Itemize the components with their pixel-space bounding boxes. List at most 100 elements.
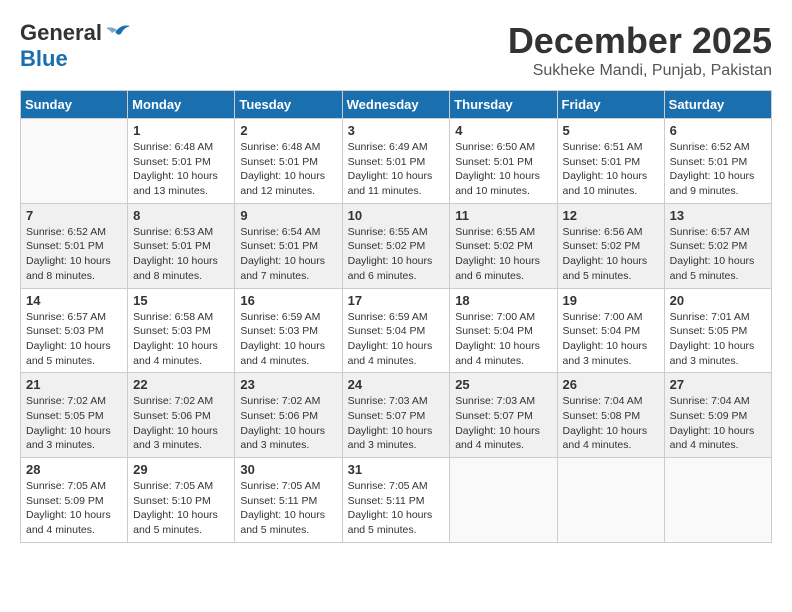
day-info: Sunrise: 7:04 AMSunset: 5:08 PMDaylight:… — [563, 394, 659, 453]
day-number: 5 — [563, 123, 659, 138]
day-number: 31 — [348, 462, 445, 477]
day-info: Sunrise: 6:55 AMSunset: 5:02 PMDaylight:… — [455, 225, 551, 284]
calendar-cell: 2Sunrise: 6:48 AMSunset: 5:01 PMDaylight… — [235, 119, 342, 204]
calendar-week-row: 21 Sunrise: 7:02 AMSunset: 5:05 PMDayligh… — [21, 373, 772, 458]
weekday-header-wednesday: Wednesday — [342, 91, 450, 119]
day-number: 25 — [455, 377, 551, 392]
weekday-header-tuesday: Tuesday — [235, 91, 342, 119]
day-number: 19 — [563, 293, 659, 308]
day-number: 12 — [563, 208, 659, 223]
day-info: Sunrise: 7:00 AMSunset: 5:04 PMDaylight:… — [455, 310, 551, 369]
day-number: 16 — [240, 293, 336, 308]
day-number: 11 — [455, 208, 551, 223]
day-info: Sunrise: 6:57 AMSunset: 5:02 PMDaylight:… — [670, 225, 766, 284]
day-number: 30 — [240, 462, 336, 477]
calendar-cell: 13 Sunrise: 6:57 AMSunset: 5:02 PMDayligh… — [664, 203, 771, 288]
month-title: December 2025 — [508, 20, 772, 62]
calendar-cell: 15 Sunrise: 6:58 AMSunset: 5:03 PMDayligh… — [128, 288, 235, 373]
day-number: 17 — [348, 293, 445, 308]
calendar-cell: 8 Sunrise: 6:53 AMSunset: 5:01 PMDaylight… — [128, 203, 235, 288]
calendar-cell: 30 Sunrise: 7:05 AMSunset: 5:11 PMDayligh… — [235, 458, 342, 543]
calendar-week-row: 7Sunrise: 6:52 AMSunset: 5:01 PMDaylight… — [21, 203, 772, 288]
day-number: 23 — [240, 377, 336, 392]
calendar-cell: 10Sunrise: 6:55 AMSunset: 5:02 PMDayligh… — [342, 203, 450, 288]
day-info: Sunrise: 7:03 AMSunset: 5:07 PMDaylight:… — [455, 394, 551, 453]
day-info: Sunrise: 7:05 AMSunset: 5:09 PMDaylight:… — [26, 479, 122, 538]
weekday-header-monday: Monday — [128, 91, 235, 119]
calendar-cell: 25 Sunrise: 7:03 AMSunset: 5:07 PMDayligh… — [450, 373, 557, 458]
day-number: 13 — [670, 208, 766, 223]
weekday-header-thursday: Thursday — [450, 91, 557, 119]
day-number: 8 — [133, 208, 229, 223]
calendar-cell: 31 Sunrise: 7:05 AMSunset: 5:11 PMDayligh… — [342, 458, 450, 543]
day-info: Sunrise: 6:59 AMSunset: 5:03 PMDaylight:… — [240, 310, 336, 369]
day-number: 21 — [26, 377, 122, 392]
day-info: Sunrise: 7:03 AMSunset: 5:07 PMDaylight:… — [348, 394, 445, 453]
logo-blue: Blue — [20, 46, 68, 72]
calendar-cell: 28 Sunrise: 7:05 AMSunset: 5:09 PMDayligh… — [21, 458, 128, 543]
calendar-cell: 16 Sunrise: 6:59 AMSunset: 5:03 PMDayligh… — [235, 288, 342, 373]
day-number: 29 — [133, 462, 229, 477]
calendar-cell — [664, 458, 771, 543]
calendar-cell: 27Sunrise: 7:04 AMSunset: 5:09 PMDayligh… — [664, 373, 771, 458]
day-info: Sunrise: 7:02 AMSunset: 5:05 PMDaylight:… — [26, 394, 122, 453]
calendar-cell: 22Sunrise: 7:02 AMSunset: 5:06 PMDayligh… — [128, 373, 235, 458]
day-info: Sunrise: 7:05 AMSunset: 5:10 PMDaylight:… — [133, 479, 229, 538]
day-info: Sunrise: 6:54 AMSunset: 5:01 PMDaylight:… — [240, 225, 336, 284]
day-number: 1 — [133, 123, 229, 138]
day-info: Sunrise: 6:52 AMSunset: 5:01 PMDaylight:… — [670, 140, 766, 199]
day-number: 15 — [133, 293, 229, 308]
day-info: Sunrise: 6:50 AMSunset: 5:01 PMDaylight:… — [455, 140, 551, 199]
day-info: Sunrise: 7:01 AMSunset: 5:05 PMDaylight:… — [670, 310, 766, 369]
day-number: 18 — [455, 293, 551, 308]
day-number: 6 — [670, 123, 766, 138]
day-number: 24 — [348, 377, 445, 392]
day-info: Sunrise: 6:53 AMSunset: 5:01 PMDaylight:… — [133, 225, 229, 284]
day-info: Sunrise: 6:48 AMSunset: 5:01 PMDaylight:… — [133, 140, 229, 199]
calendar-cell: 29 Sunrise: 7:05 AMSunset: 5:10 PMDayligh… — [128, 458, 235, 543]
day-number: 3 — [348, 123, 445, 138]
day-number: 14 — [26, 293, 122, 308]
day-number: 26 — [563, 377, 659, 392]
day-number: 9 — [240, 208, 336, 223]
day-number: 10 — [348, 208, 445, 223]
day-number: 2 — [240, 123, 336, 138]
day-info: Sunrise: 7:05 AMSunset: 5:11 PMDaylight:… — [240, 479, 336, 538]
location-subtitle: Sukheke Mandi, Punjab, Pakistan — [508, 62, 772, 80]
calendar-cell: 5 Sunrise: 6:51 AMSunset: 5:01 PMDaylight… — [557, 119, 664, 204]
calendar-cell: 1 Sunrise: 6:48 AMSunset: 5:01 PMDaylight… — [128, 119, 235, 204]
calendar-header: SundayMondayTuesdayWednesdayThursdayFrid… — [21, 91, 772, 119]
day-info: Sunrise: 6:49 AMSunset: 5:01 PMDaylight:… — [348, 140, 445, 199]
day-info: Sunrise: 7:00 AMSunset: 5:04 PMDaylight:… — [563, 310, 659, 369]
calendar-cell: 6 Sunrise: 6:52 AMSunset: 5:01 PMDaylight… — [664, 119, 771, 204]
title-section: December 2025 Sukheke Mandi, Punjab, Pak… — [508, 20, 772, 80]
day-info: Sunrise: 7:02 AMSunset: 5:06 PMDaylight:… — [133, 394, 229, 453]
day-info: Sunrise: 6:59 AMSunset: 5:04 PMDaylight:… — [348, 310, 445, 369]
calendar-cell: 14 Sunrise: 6:57 AMSunset: 5:03 PMDayligh… — [21, 288, 128, 373]
calendar-week-row: 28 Sunrise: 7:05 AMSunset: 5:09 PMDayligh… — [21, 458, 772, 543]
day-info: Sunrise: 6:51 AMSunset: 5:01 PMDaylight:… — [563, 140, 659, 199]
day-info: Sunrise: 6:58 AMSunset: 5:03 PMDaylight:… — [133, 310, 229, 369]
day-info: Sunrise: 7:04 AMSunset: 5:09 PMDaylight:… — [670, 394, 766, 453]
calendar-week-row: 1 Sunrise: 6:48 AMSunset: 5:01 PMDaylight… — [21, 119, 772, 204]
weekday-header-friday: Friday — [557, 91, 664, 119]
calendar-cell: 23 Sunrise: 7:02 AMSunset: 5:06 PMDayligh… — [235, 373, 342, 458]
calendar-cell: 9 Sunrise: 6:54 AMSunset: 5:01 PMDaylight… — [235, 203, 342, 288]
calendar-cell: 17 Sunrise: 6:59 AMSunset: 5:04 PMDayligh… — [342, 288, 450, 373]
logo-general: General — [20, 20, 102, 46]
calendar-cell: 21 Sunrise: 7:02 AMSunset: 5:05 PMDayligh… — [21, 373, 128, 458]
calendar-cell: 20 Sunrise: 7:01 AMSunset: 5:05 PMDayligh… — [664, 288, 771, 373]
day-number: 28 — [26, 462, 122, 477]
calendar-cell: 11 Sunrise: 6:55 AMSunset: 5:02 PMDayligh… — [450, 203, 557, 288]
calendar-cell: 12Sunrise: 6:56 AMSunset: 5:02 PMDayligh… — [557, 203, 664, 288]
day-number: 20 — [670, 293, 766, 308]
day-info: Sunrise: 6:57 AMSunset: 5:03 PMDaylight:… — [26, 310, 122, 369]
weekday-header-sunday: Sunday — [21, 91, 128, 119]
day-info: Sunrise: 7:02 AMSunset: 5:06 PMDaylight:… — [240, 394, 336, 453]
day-info: Sunrise: 7:05 AMSunset: 5:11 PMDaylight:… — [348, 479, 445, 538]
calendar-cell: 24 Sunrise: 7:03 AMSunset: 5:07 PMDayligh… — [342, 373, 450, 458]
calendar-cell: 18 Sunrise: 7:00 AMSunset: 5:04 PMDayligh… — [450, 288, 557, 373]
calendar-cell — [21, 119, 128, 204]
logo-bird-icon — [102, 22, 132, 44]
logo: General Blue — [20, 20, 132, 72]
